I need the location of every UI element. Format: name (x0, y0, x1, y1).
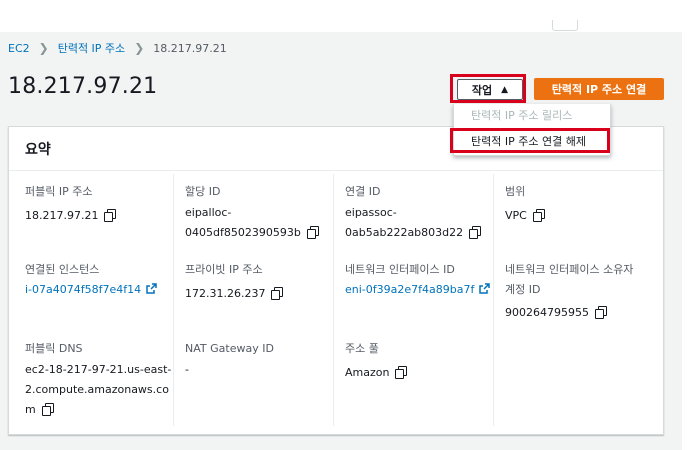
instance-field: 연결된 인스턴스 i-07a4074f58f7e4f14 (25, 260, 157, 300)
copy-icon[interactable] (532, 209, 545, 222)
column-divider (333, 174, 334, 426)
private-ip-value: 172.31.26.237 (185, 287, 266, 300)
association-id-value-line1: eipassoc- (345, 206, 397, 219)
actions-dropdown-button[interactable]: 작업 ▲ (457, 79, 523, 100)
instance-label: 연결된 인스턴스 (25, 263, 100, 276)
instance-link[interactable]: i-07a4074f58f7e4f14 (25, 283, 141, 296)
nat-gateway-value: - (185, 363, 189, 376)
scope-field: 범위 VPC (505, 182, 545, 226)
breadcrumb-current: 18.217.97.21 (153, 41, 227, 55)
menu-item-release-eip[interactable]: 탄력적 IP 주소 릴리스 (454, 104, 610, 126)
chevron-right-icon: ❯ (134, 41, 145, 55)
nat-gateway-field: NAT Gateway ID - (185, 339, 274, 380)
public-dns-field: 퍼블릭 DNS ec2-18-217-97-21.us-east- 2.comp… (25, 339, 171, 420)
copy-icon[interactable] (271, 287, 284, 300)
private-ip-label: 프라이빗 IP 주소 (185, 263, 263, 276)
copy-icon[interactable] (469, 226, 482, 239)
breadcrumb-ec2-link[interactable]: EC2 (8, 42, 30, 55)
external-link-icon[interactable] (146, 283, 157, 294)
public-dns-value-line3: m (25, 403, 36, 416)
address-pool-field: 주소 풀 Amazon (345, 339, 408, 383)
external-link-icon[interactable] (479, 283, 491, 294)
eni-link[interactable]: eni-0f39a2e7f4a89ba7f (345, 283, 474, 296)
association-id-label: 연결 ID (345, 185, 381, 198)
breadcrumb: EC2 ❯ 탄력적 IP 주소 ❯ 18.217.97.21 (8, 40, 227, 56)
eni-owner-field: 네트워크 인터페이스 소유자 계정 ID 900264795955 (505, 260, 633, 323)
scope-label: 범위 (505, 185, 526, 198)
summary-title: 요약 (25, 142, 51, 158)
copy-icon[interactable] (104, 209, 117, 222)
actions-button-label: 작업 (471, 83, 493, 97)
address-pool-label: 주소 풀 (345, 342, 379, 355)
public-ip-label: 퍼블릭 IP 주소 (25, 185, 93, 198)
public-dns-value-line1: ec2-18-217-97-21.us-east- (25, 363, 172, 376)
scope-value: VPC (505, 209, 527, 222)
eni-owner-label-line2: 계정 ID (505, 283, 541, 296)
allocation-id-value-line1: eipalloc- (185, 206, 232, 219)
eni-owner-value: 900264795955 (505, 306, 589, 319)
nat-gateway-label: NAT Gateway ID (185, 342, 274, 355)
eni-field: 네트워크 인터페이스 ID eni-0f39a2e7f4a89ba7f (345, 260, 491, 300)
public-dns-value-line2: 2.compute.amazonaws.co (25, 383, 169, 396)
eni-owner-label-line1: 네트워크 인터페이스 소유자 (505, 263, 634, 276)
public-dns-label: 퍼블릭 DNS (25, 342, 83, 355)
page-title: 18.217.97.21 (8, 74, 158, 99)
breadcrumb-eip-link[interactable]: 탄력적 IP 주소 (58, 40, 125, 56)
column-divider (493, 174, 494, 426)
association-id-value-line2: 0ab5ab222ab803d22 (345, 226, 464, 239)
private-ip-field: 프라이빗 IP 주소 172.31.26.237 (185, 260, 284, 304)
allocation-id-field: 할당 ID eipalloc- 0405df8502390593b (185, 182, 319, 243)
menu-item-disassociate-eip[interactable]: 탄력적 IP 주소 연결 해제 (454, 130, 610, 152)
summary-panel: 요약 퍼블릭 IP 주소 18.217.97.21 할당 ID eipalloc… (8, 126, 664, 435)
actions-dropdown-menu: 탄력적 IP 주소 릴리스 탄력적 IP 주소 연결 해제 (453, 104, 611, 156)
top-control-edge (552, 20, 578, 31)
public-ip-field: 퍼블릭 IP 주소 18.217.97.21 (25, 182, 117, 226)
associate-eip-button[interactable]: 탄력적 IP 주소 연결 (534, 78, 664, 100)
caret-up-icon: ▲ (501, 84, 509, 95)
copy-icon[interactable] (395, 366, 408, 379)
top-strip (0, 0, 682, 32)
copy-icon[interactable] (594, 306, 607, 319)
public-ip-value: 18.217.97.21 (25, 209, 99, 222)
copy-icon[interactable] (41, 403, 54, 416)
allocation-id-label: 할당 ID (185, 185, 221, 198)
copy-icon[interactable] (306, 226, 319, 239)
association-id-field: 연결 ID eipassoc- 0ab5ab222ab803d22 (345, 182, 482, 243)
allocation-id-value-line2: 0405df8502390593b (185, 226, 301, 239)
chevron-right-icon: ❯ (38, 41, 49, 55)
eni-label: 네트워크 인터페이스 ID (345, 263, 455, 276)
column-divider (173, 174, 174, 426)
address-pool-value: Amazon (345, 366, 390, 379)
